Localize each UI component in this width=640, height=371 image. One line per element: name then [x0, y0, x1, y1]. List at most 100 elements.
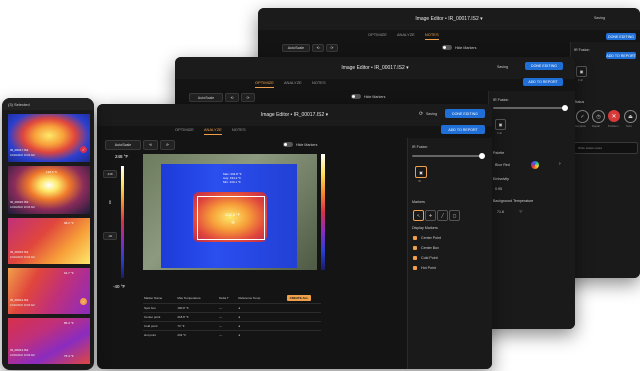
table-row[interactable]: Center point 218.8 °F — ●: [143, 312, 321, 321]
hot-point-marker[interactable]: ✛: [231, 220, 235, 226]
front-rotate-left-button[interactable]: ⟲: [143, 140, 158, 150]
col-marker-name: Marker Name: [144, 296, 163, 301]
cell[interactable]: ●: [237, 330, 277, 339]
mid-rotate-right-button[interactable]: ⟳: [241, 93, 255, 102]
back-status-complete-icon[interactable]: ✓: [576, 110, 589, 123]
mid-fusion-slider[interactable]: [493, 105, 568, 111]
mid-title[interactable]: Image Editor • IR_00017.IS2 ▾: [341, 65, 408, 71]
scale-lock-icon[interactable]: ⇕: [108, 200, 112, 206]
cold-point-label: Cold Point: [421, 256, 438, 260]
hot-point-checkbox[interactable]: [413, 266, 417, 270]
scale-hi-input[interactable]: 248: [103, 170, 117, 178]
back-tabs: OPTIMIZE ANALYZE NOTES: [368, 32, 439, 40]
tab-notes[interactable]: NOTES: [424, 32, 439, 40]
mid-titlebar: Image Editor • IR_00017.IS2 ▾: [175, 57, 575, 79]
back-status-notes-input[interactable]: Write status notes: [574, 142, 638, 154]
mid-tabs: OPTIMIZE ANALYZE NOTES: [255, 80, 326, 88]
list-item[interactable]: 85.3 °F IR_00013.IS2 10/24/2022 10:00 AM…: [8, 318, 90, 364]
cell[interactable]: ●: [237, 303, 277, 312]
table-row[interactable]: Cold point 73 °F — ●: [143, 321, 321, 330]
back-hide-markers-toggle[interactable]: [442, 45, 452, 50]
table-row[interactable]: Spot box 190.8 °F — ●: [143, 303, 321, 312]
front-add-report-button[interactable]: ADD TO REPORT: [441, 125, 485, 134]
cell: [277, 303, 321, 312]
mid-bg-temp-value[interactable]: 71.6: [497, 210, 504, 214]
cell: —: [219, 332, 223, 337]
mid-autoscale-button[interactable]: AutoScale: [189, 93, 223, 102]
spot-box-marker[interactable]: [197, 196, 265, 240]
back-rotate-left-button[interactable]: ⟲: [312, 44, 324, 52]
center-point-checkbox[interactable]: [413, 236, 417, 240]
tab-optimize[interactable]: OPTIMIZE: [255, 80, 274, 88]
marker-tool-spot-icon[interactable]: ✛: [425, 210, 436, 221]
mid-fusion-full-icon[interactable]: ▣: [495, 119, 506, 130]
scale-lo-input[interactable]: -40: [103, 232, 117, 240]
cell[interactable]: ●: [237, 321, 277, 330]
cold-point-checkbox[interactable]: [413, 256, 417, 260]
mid-done-button[interactable]: DONE EDITING: [525, 62, 563, 70]
back-full-label: Full: [578, 78, 583, 82]
back-status-label-3: Sust: [626, 124, 632, 128]
col-action: CREATE ALL: [277, 294, 321, 303]
table-row[interactable]: Hot point 233 °F — ●: [143, 330, 321, 339]
back-status-repair-icon[interactable]: ◷: [592, 110, 605, 123]
selected-check-icon[interactable]: ✓: [80, 298, 87, 305]
front-done-button[interactable]: DONE EDITING: [445, 109, 485, 118]
hot-point-label: Hot Point: [421, 266, 436, 270]
tab-optimize[interactable]: OPTIMIZE: [368, 32, 387, 40]
back-saving: Saving: [594, 16, 605, 20]
back-title[interactable]: Image Editor • IR_00017.IS2 ▾: [415, 16, 482, 22]
marker-tool-line-icon[interactable]: ╱: [437, 210, 448, 221]
tab-notes[interactable]: NOTES: [232, 127, 246, 135]
center-box-checkbox[interactable]: [413, 246, 417, 250]
back-done-button[interactable]: DONE EDITING: [606, 33, 636, 40]
tab-analyze[interactable]: ANALYZE: [397, 32, 415, 40]
back-add-report-button[interactable]: ADD TO REPORT: [606, 52, 636, 59]
front-fusion-ir-icon[interactable]: ▣: [415, 166, 427, 178]
thumb-name: IR_00017.IS2: [10, 148, 29, 152]
thumb-temp: 85.3 °F: [64, 321, 74, 325]
front-title[interactable]: Image Editor • IR_00017.IS2 ▾: [261, 112, 328, 118]
marker-tool-box-icon[interactable]: ▢: [449, 210, 460, 221]
mid-palette-title: Palette: [493, 151, 505, 155]
marker-table: Marker Name Max Temperature Delta T Refe…: [143, 294, 321, 339]
list-item[interactable]: 98.2 °F IR_00015.IS2 10/24/2022 10:00 AM: [8, 218, 90, 264]
mid-palette-swatch-icon[interactable]: [531, 161, 539, 169]
scale-bar[interactable]: [121, 166, 124, 278]
tab-analyze[interactable]: ANALYZE: [203, 127, 222, 135]
tab-analyze[interactable]: ANALYZE: [284, 80, 302, 88]
mid-hide-markers-toggle[interactable]: [351, 94, 361, 99]
front-hide-markers-toggle[interactable]: [283, 142, 293, 147]
mid-palette-chevron-icon[interactable]: ›: [559, 161, 561, 167]
list-item[interactable]: 91.7 °F IR_00014.IS2 10/24/2022 10:00 AM…: [8, 268, 90, 314]
mid-palette-value[interactable]: Blue Red: [495, 163, 510, 167]
cell: Cold point: [144, 323, 158, 328]
back-status-sust-icon[interactable]: ⏏: [624, 110, 637, 123]
scale-top-label: 248 °F: [115, 154, 129, 159]
front-rotate-right-button[interactable]: ⟳: [160, 140, 175, 150]
tab-notes[interactable]: NOTES: [312, 80, 326, 88]
back-autoscale-button[interactable]: AutoScale: [282, 44, 310, 52]
mid-add-report-button[interactable]: ADD TO REPORT: [523, 78, 563, 86]
front-fusion-slider[interactable]: [412, 153, 485, 159]
front-fusion-value: IR: [418, 179, 421, 183]
create-all-button[interactable]: CREATE ALL: [286, 295, 312, 302]
mid-emissivity-value[interactable]: 0.95: [495, 187, 502, 191]
back-status-problem-icon[interactable]: ✕: [608, 110, 620, 122]
selected-check-icon[interactable]: ✓: [80, 146, 87, 153]
back-rotate-right-button[interactable]: ⟳: [326, 44, 338, 52]
list-item[interactable]: IR_00017.IS2 10/24/2022 10:00 AM ✓: [8, 114, 90, 162]
front-tabs: OPTIMIZE ANALYZE NOTES: [175, 127, 246, 135]
thermal-image[interactable]: Max: 232.8 °F Avg: 194.2 °F Min: 130.1 °…: [143, 154, 317, 270]
back-fusion-full-icon[interactable]: ▣: [576, 66, 587, 77]
thumb-name: IR_00016.IS2: [10, 200, 29, 204]
list-item[interactable]: 128.6 °F IR_00016.IS2 10/24/2022 10:00 A…: [8, 166, 90, 214]
front-saving: Saving: [426, 112, 437, 116]
scale-bottom-label: -40 °F: [113, 284, 126, 289]
table-header-row: Marker Name Max Temperature Delta T Refe…: [143, 294, 321, 303]
mid-rotate-left-button[interactable]: ⟲: [225, 93, 239, 102]
tab-optimize[interactable]: OPTIMIZE: [175, 127, 194, 135]
marker-tool-pointer-icon[interactable]: ↖: [413, 210, 424, 221]
cell[interactable]: ●: [237, 312, 277, 321]
front-autoscale-button[interactable]: AutoScale: [105, 140, 141, 150]
